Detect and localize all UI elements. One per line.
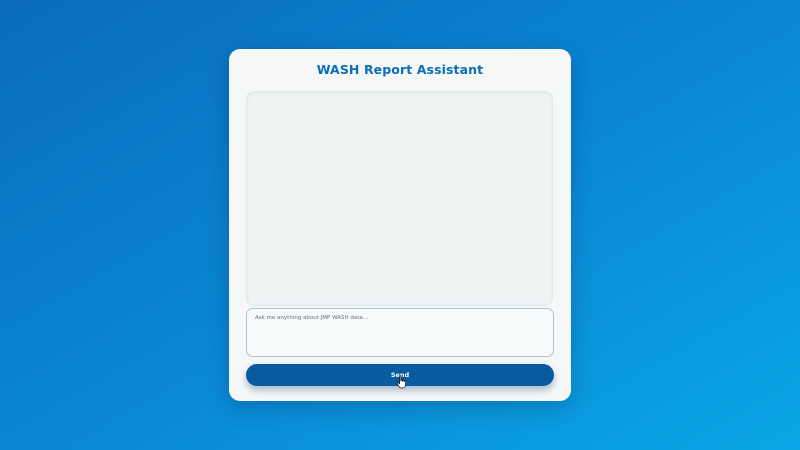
send-button[interactable]: Send [246, 364, 554, 386]
chat-card: WASH Report Assistant Send [229, 49, 571, 401]
chat-messages-area[interactable] [246, 91, 553, 306]
message-input[interactable] [246, 308, 554, 357]
page-title: WASH Report Assistant [316, 62, 484, 77]
